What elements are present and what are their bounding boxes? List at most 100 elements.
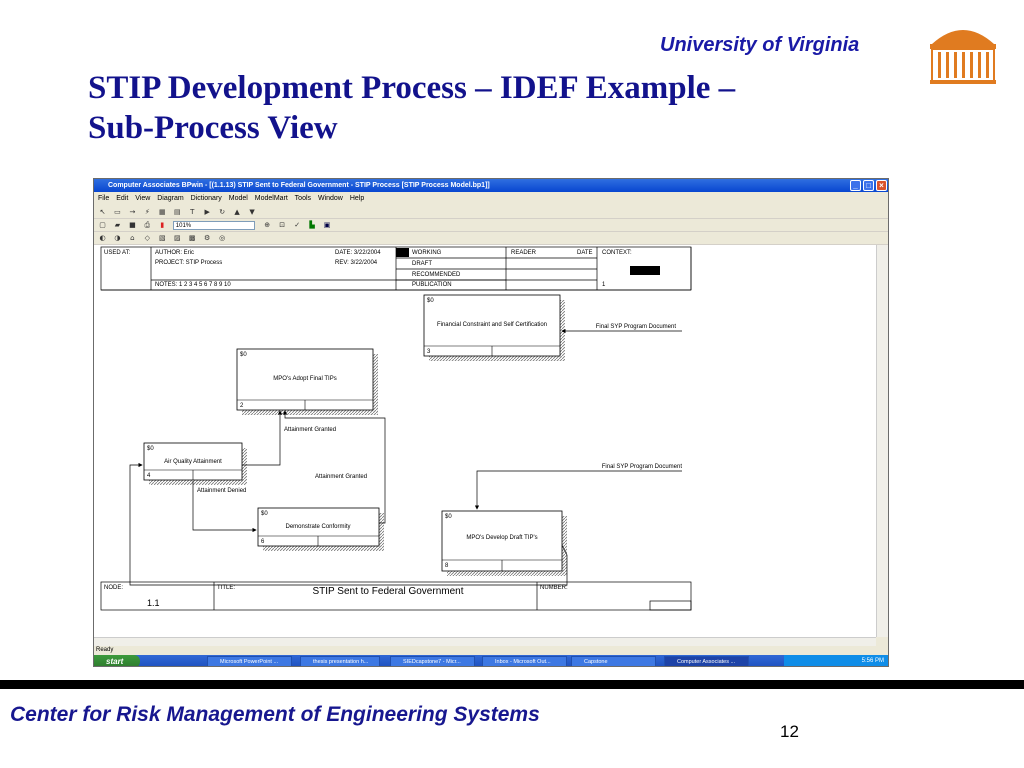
open-folder-icon[interactable]: ▰	[113, 221, 122, 229]
reader-label: READER	[511, 250, 537, 256]
save-icon[interactable]: ■	[128, 221, 137, 229]
taskbar-inbox[interactable]: Inbox - Microsoft Out...	[482, 656, 567, 666]
draft-label: DRAFT	[412, 261, 432, 267]
menu-diagram[interactable]: Diagram	[157, 195, 183, 202]
activity-box-4[interactable]: $0 Air Quality Attainment 4	[143, 442, 247, 485]
date2-label: DATE	[577, 250, 593, 256]
taskbar-capstone[interactable]: Capstone	[571, 656, 656, 666]
taskbar-thesis[interactable]: thesis presentation h...	[300, 656, 380, 666]
format-icon-7[interactable]: ▩	[188, 234, 197, 242]
window-title-bar: Computer Associates BPwin - [(1.1.13) ST…	[94, 179, 888, 192]
menu-window[interactable]: Window	[318, 195, 343, 202]
standard-toolbar: ▢ ▰ ■ ⎙ ▮ 101% ⊕ ⊡ ✓ ▙ ▣	[94, 219, 888, 232]
print-icon[interactable]: ⎙	[143, 221, 152, 229]
number-label: NUMBER:	[540, 585, 568, 591]
project-label: PROJECT: STIP Process	[155, 260, 222, 266]
menu-modelmart[interactable]: ModelMart	[255, 195, 288, 202]
idef0-diagram: USED AT: AUTHOR: Eric PROJECT: STIP Proc…	[100, 246, 692, 611]
format-icon-8[interactable]: ⚙	[203, 234, 212, 242]
new-file-icon[interactable]: ▢	[98, 221, 107, 229]
attainment-denied-label: Attainment Denied	[197, 488, 246, 494]
off-page-tool-icon[interactable]: ▦	[158, 208, 167, 216]
page-number: 12	[780, 722, 799, 741]
menu-model[interactable]: Model	[229, 195, 248, 202]
activity-box-2[interactable]: $0 MPO's Adopt Final TIPs 2	[236, 348, 378, 415]
publication-label: PUBLICATION	[412, 282, 452, 288]
model-explorer-icon[interactable]: ▙	[308, 221, 317, 229]
text-tool-icon[interactable]: T	[188, 208, 197, 216]
taskbar-computer-associates[interactable]: Computer Associates ...	[664, 656, 749, 666]
go-up-icon[interactable]: ▲	[233, 208, 242, 216]
university-name: University of Virginia	[660, 34, 860, 56]
report-tool-icon[interactable]: ▤	[173, 208, 182, 216]
color-icon[interactable]: ▮	[158, 221, 167, 229]
bpwin-window: Computer Associates BPwin - [(1.1.13) ST…	[93, 178, 889, 667]
recommended-label: RECOMMENDED	[412, 272, 461, 278]
spell-check-icon[interactable]: ✓	[293, 221, 302, 229]
menu-tools[interactable]: Tools	[295, 195, 311, 202]
activity-box-6[interactable]: $0 Demonstrate Conformity 6	[257, 507, 384, 551]
activity-box-8[interactable]: $0 MPO's Develop Draft TIP's 8	[441, 510, 567, 576]
context-number: 1	[602, 282, 606, 288]
horizontal-scrollbar[interactable]	[94, 637, 876, 646]
slide-title: STIP Development Process – IDEF Example …	[88, 68, 928, 148]
context-box-marker	[630, 266, 660, 275]
box-6-label: Demonstrate Conformity	[285, 524, 350, 530]
zoom-select[interactable]: 101%	[172, 221, 255, 230]
working-status-marker	[396, 248, 409, 257]
box-8-label: MPO's Develop Draft TIP's	[466, 535, 537, 541]
rotunda-logo-icon	[930, 30, 996, 84]
taskbar-powerpoint[interactable]: Microsoft PowerPoint ...	[207, 656, 292, 666]
taskbar-siedcapstone[interactable]: SIEDcapstone7 - Micr...	[390, 656, 475, 666]
minimize-icon[interactable]: _	[850, 180, 861, 191]
format-icon-4[interactable]: ◇	[143, 234, 152, 242]
drawing-toolbar: ↖ ▭ → ⚡ ▦ ▤ T ▶ ↻ ▲ ▼	[94, 206, 888, 219]
box-3-label: Financial Constraint and Self Certificat…	[437, 322, 547, 328]
format-icon-1[interactable]: ◐	[98, 234, 107, 242]
go-down-icon[interactable]: ▼	[248, 208, 257, 216]
pointer-tool-icon[interactable]: ↖	[98, 208, 107, 216]
refresh-icon[interactable]: ↻	[218, 208, 227, 216]
diagram-canvas[interactable]: USED AT: AUTHOR: Eric PROJECT: STIP Proc…	[94, 245, 876, 637]
slide-title-line-2: Sub-Process View	[88, 110, 338, 146]
menu-file[interactable]: File	[98, 195, 109, 202]
menu-edit[interactable]: Edit	[116, 195, 128, 202]
footer-center-name: Center for Risk Management of Engineerin…	[10, 703, 540, 726]
node-value: 1.1	[147, 598, 160, 608]
menu-bar: File Edit View Diagram Dictionary Model …	[94, 193, 888, 205]
system-tray-clock[interactable]: 5:56 PM	[784, 655, 888, 666]
zoom-in-icon[interactable]: ⊕	[263, 221, 272, 229]
box-6-cost: $0	[261, 511, 268, 517]
format-icon-2[interactable]: ◑	[113, 234, 122, 242]
arrow-tool-icon[interactable]: →	[128, 208, 137, 216]
format-icon-5[interactable]: ▧	[158, 234, 167, 242]
date-label: DATE: 3/22/2004	[335, 250, 381, 256]
menu-help[interactable]: Help	[350, 195, 364, 202]
used-at-label: USED AT:	[104, 250, 131, 256]
vertical-scrollbar[interactable]	[876, 245, 888, 637]
activity-box-3[interactable]: $0 Financial Constraint and Self Certifi…	[423, 294, 565, 361]
close-icon[interactable]: ×	[876, 180, 887, 191]
diagram-title-value: STIP Sent to Federal Government	[312, 586, 463, 597]
attainment-granted-label-1: Attainment Granted	[284, 427, 336, 433]
status-bar: Ready	[94, 646, 888, 655]
play-icon[interactable]: ▶	[203, 208, 212, 216]
format-icon-9[interactable]: ◎	[218, 234, 227, 242]
format-icon-3[interactable]: ⌂	[128, 234, 137, 242]
start-button[interactable]: start	[94, 655, 140, 666]
box-2-label: MPO's Adopt Final TIPs	[273, 376, 336, 382]
rev-label: REV: 3/22/2004	[335, 260, 378, 266]
properties-icon[interactable]: ▣	[323, 221, 332, 229]
working-label: WORKING	[412, 250, 442, 256]
box-3-cost: $0	[427, 298, 434, 304]
notes-label: NOTES: 1 2 3 4 5 6 7 8 9 10	[155, 282, 231, 288]
maximize-icon[interactable]: □	[863, 180, 874, 191]
formatting-toolbar: ◐ ◑ ⌂ ◇ ▧ ▨ ▩ ⚙ ◎	[94, 232, 888, 245]
zoom-fit-icon[interactable]: ⊡	[278, 221, 287, 229]
box-tool-icon[interactable]: ▭	[113, 208, 122, 216]
format-icon-6[interactable]: ▨	[173, 234, 182, 242]
squiggle-tool-icon[interactable]: ⚡	[143, 208, 152, 216]
menu-dictionary[interactable]: Dictionary	[191, 195, 222, 202]
context-label: CONTEXT:	[602, 250, 632, 256]
menu-view[interactable]: View	[135, 195, 150, 202]
